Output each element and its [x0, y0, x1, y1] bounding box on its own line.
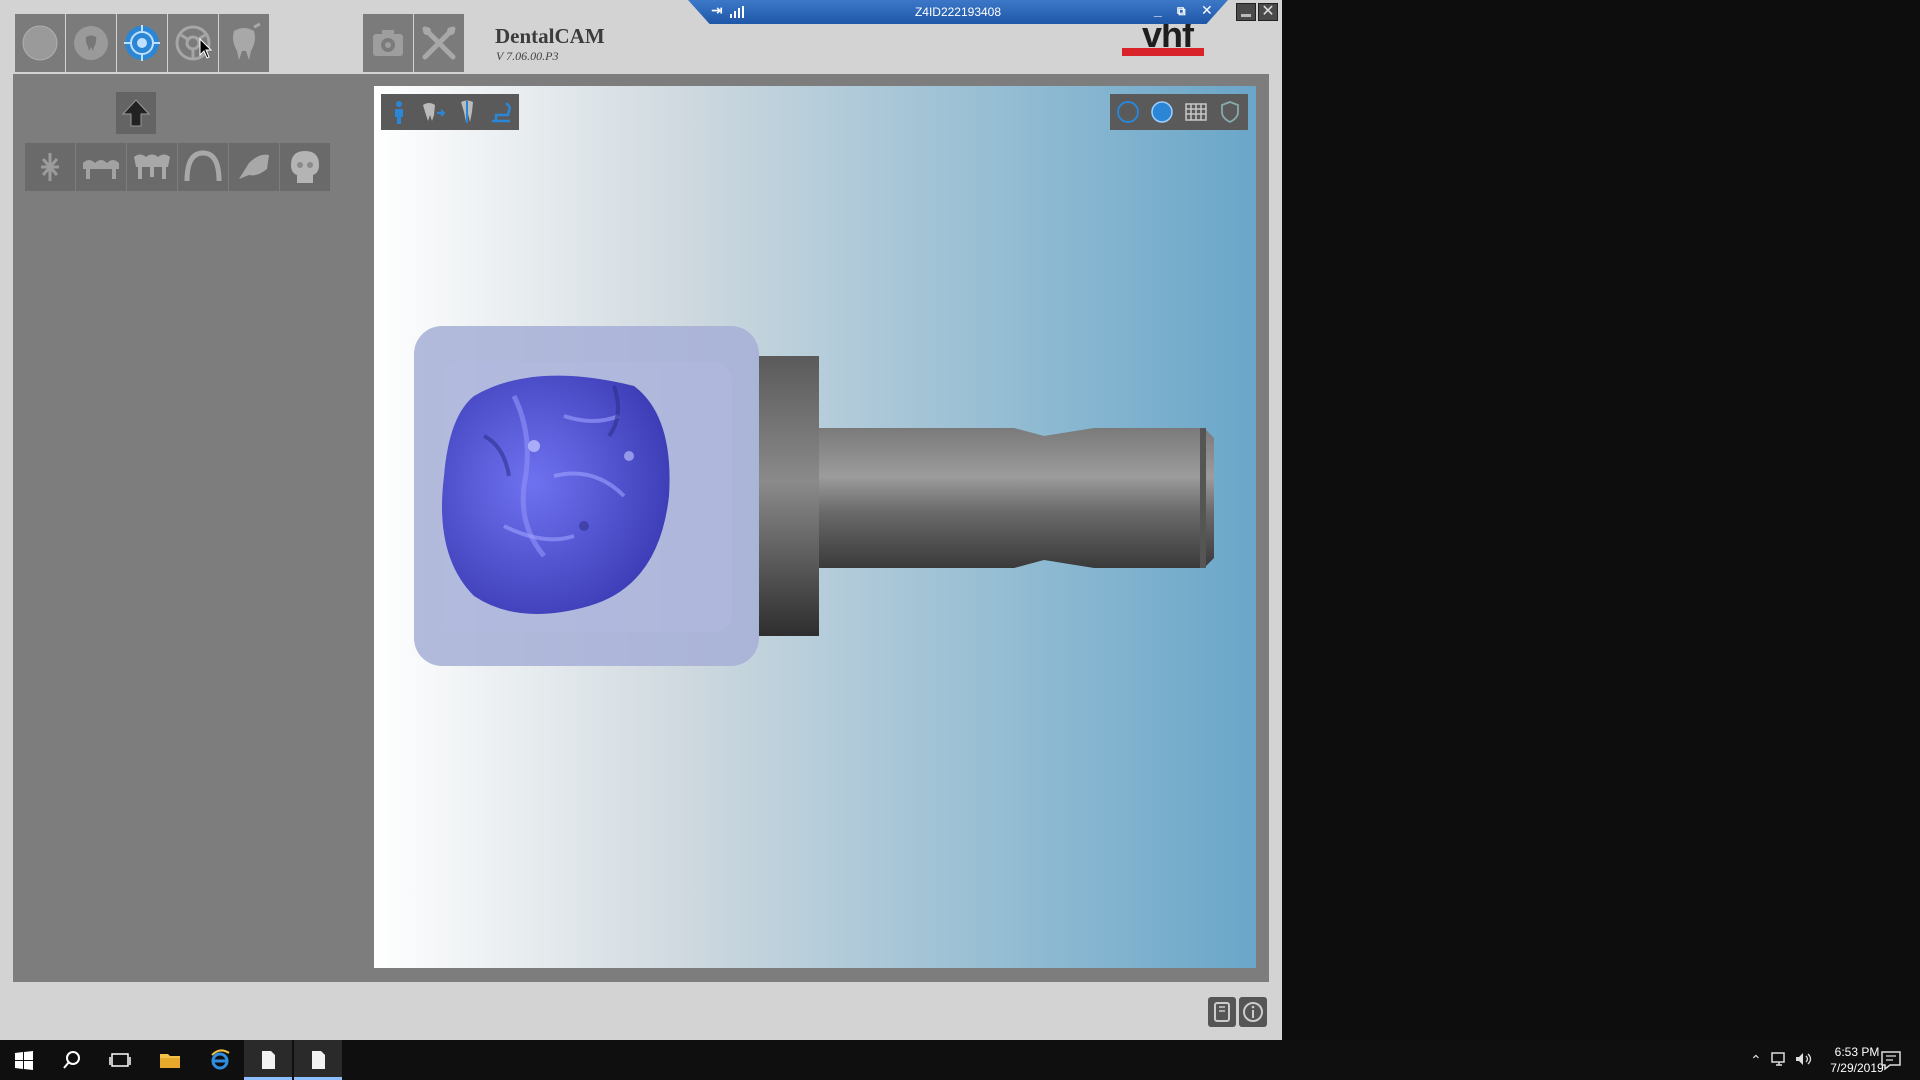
workspace — [13, 74, 1269, 982]
arrow-up-button[interactable] — [116, 92, 156, 134]
mouse-cursor-icon — [199, 38, 213, 59]
internet-explorer-button[interactable] — [196, 1040, 244, 1080]
holder-shaft — [819, 428, 1214, 568]
remote-close-button[interactable]: ✕ — [1201, 2, 1213, 19]
app-version: V 7.06.00.P3 — [496, 49, 559, 63]
camera-settings-icon — [373, 30, 403, 56]
ie-icon — [211, 1049, 230, 1070]
left-panel — [13, 74, 374, 982]
remote-minimize-button[interactable]: _ — [1154, 2, 1162, 18]
crown-tilt-tool[interactable] — [229, 143, 279, 191]
implant-icon — [41, 153, 59, 181]
milling-scene[interactable] — [414, 326, 1214, 686]
taskbar: ⌃ 6:53 PM 7/29/2019 — [0, 1040, 1920, 1080]
bridge-tool[interactable] — [76, 143, 126, 191]
search-button[interactable] — [48, 1040, 96, 1080]
file-explorer-button[interactable] — [146, 1040, 194, 1080]
task-view-icon — [109, 1053, 131, 1067]
brand-logo-bar — [1122, 48, 1204, 56]
info-button[interactable] — [1239, 997, 1267, 1027]
search-icon — [63, 1051, 80, 1069]
skull-tool[interactable] — [280, 143, 330, 191]
grid-icon — [1185, 103, 1207, 121]
task-view-button[interactable] — [96, 1040, 144, 1080]
volume-icon[interactable] — [1794, 1050, 1812, 1068]
view-solid-button[interactable] — [1146, 94, 1178, 130]
arrow-up-icon — [121, 99, 151, 127]
view-shield-button[interactable] — [1214, 94, 1246, 130]
tools-button[interactable] — [414, 14, 464, 72]
document-active-icon — [312, 1051, 325, 1069]
viewport-left-tools — [381, 94, 519, 130]
remote-restore-button[interactable]: ⧉ — [1177, 4, 1186, 19]
manual-button[interactable] — [1208, 997, 1236, 1027]
settings-button[interactable] — [363, 14, 413, 72]
document-active-button[interactable] — [294, 1040, 342, 1080]
tooth-small-icon — [74, 26, 108, 60]
target-blue-icon — [124, 25, 160, 61]
restoration-tools — [25, 143, 330, 191]
notification-icon[interactable] — [1880, 1049, 1902, 1071]
tooth-arrow-icon — [423, 103, 446, 121]
person-icon — [395, 101, 403, 124]
circle-outline-icon — [1117, 101, 1139, 123]
chair-icon — [492, 102, 512, 123]
view-tooth-pin-button[interactable] — [451, 94, 483, 130]
file-explorer-icon — [160, 1054, 180, 1068]
window-minimize-button[interactable] — [1236, 3, 1256, 21]
bridge-icon — [83, 160, 119, 179]
document-icon — [262, 1051, 275, 1069]
view-person-button[interactable] — [383, 94, 415, 130]
viewport-right-tools — [1110, 94, 1248, 130]
shield-icon — [1221, 101, 1239, 124]
arch-tool[interactable] — [178, 143, 228, 191]
remote-desktop-title: Z4ID222193408 — [914, 5, 1002, 19]
positioning-button[interactable] — [117, 14, 167, 72]
windows-icon — [15, 1051, 33, 1070]
view-tooth-arrow-button[interactable] — [417, 94, 449, 130]
bridge-crowns-tool[interactable] — [127, 143, 177, 191]
bridge-crowns-icon — [134, 154, 170, 179]
view-chair-button[interactable] — [485, 94, 517, 130]
implant-tool[interactable] — [25, 143, 75, 191]
milling-button[interactable] — [219, 14, 269, 72]
dental-crown — [442, 375, 670, 614]
tooth-pin-icon — [461, 100, 473, 123]
app-title: DentalCAM — [495, 24, 605, 48]
document-button[interactable] — [244, 1040, 292, 1080]
remote-desktop-bar: ⇥ Z4ID222193408 _ ⧉ ✕ — [688, 0, 1228, 24]
3d-viewport[interactable] — [374, 86, 1256, 968]
view-outline-button[interactable] — [1112, 94, 1144, 130]
tooth-large-icon — [233, 23, 261, 60]
skull-icon — [291, 151, 319, 183]
window-close-button[interactable]: ✕ — [1258, 3, 1278, 21]
tray-expand-icon[interactable]: ⌃ — [1750, 1052, 1762, 1069]
book-icon — [1214, 1002, 1230, 1022]
tools-icon — [422, 26, 456, 60]
arch-icon — [184, 150, 222, 182]
circle-icon — [22, 25, 58, 61]
view-grid-button[interactable] — [1180, 94, 1212, 130]
crown-tilt-icon — [239, 154, 269, 179]
network-icon[interactable] — [1770, 1050, 1788, 1068]
app-window: DentalCAM V 7.06.00.P3 vhf ⇥ Z4ID2221934… — [0, 0, 1282, 1040]
shaft-end — [1200, 428, 1206, 568]
holder-flange — [759, 356, 819, 636]
circle-filled-icon — [1151, 101, 1173, 123]
info-icon — [1243, 1002, 1263, 1022]
home-circle-button[interactable] — [15, 14, 65, 72]
start-button[interactable] — [0, 1040, 48, 1080]
bottom-tools — [1208, 997, 1267, 1027]
tooth-select-button[interactable] — [66, 14, 116, 72]
